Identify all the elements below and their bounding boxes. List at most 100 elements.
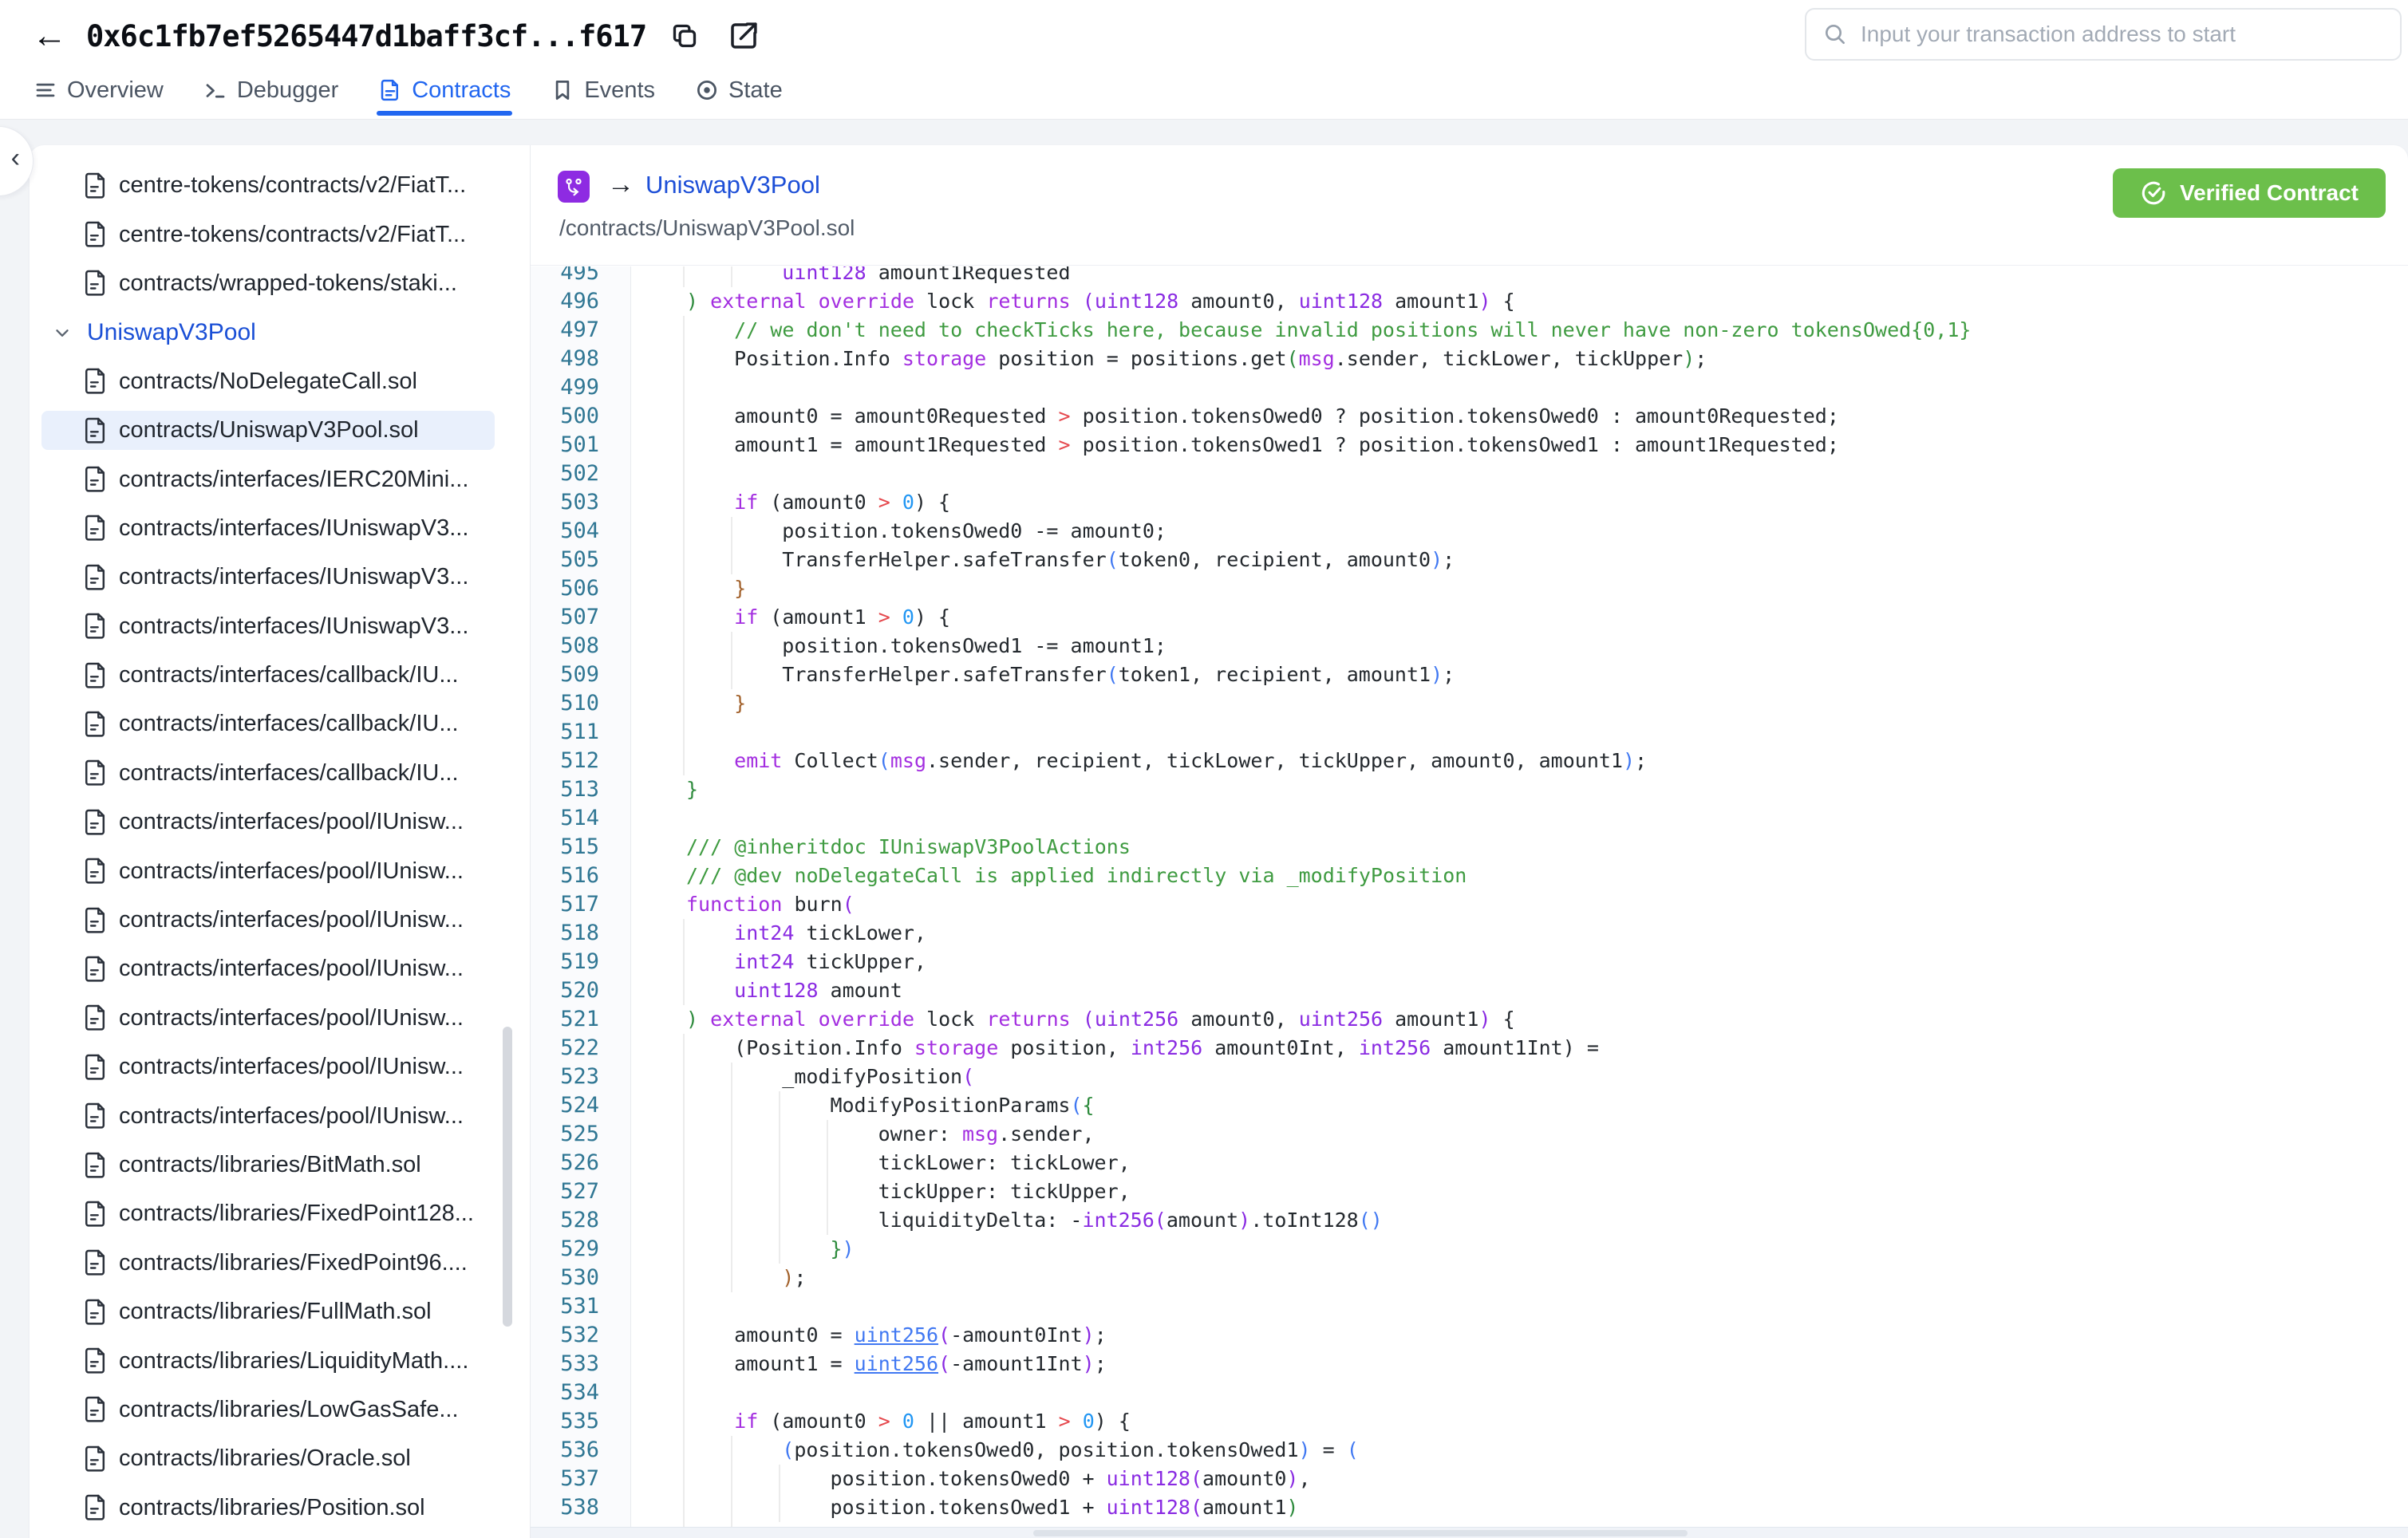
sidebar-file-item[interactable]: centre-tokens/contracts/v2/FiatT... [30, 161, 530, 210]
line-number: 530 [560, 1265, 599, 1290]
sidebar-file-item[interactable]: contracts/libraries/BitMath.sol [30, 1141, 530, 1189]
line-number: 498 [560, 346, 599, 371]
sidebar-file-item[interactable]: contracts/interfaces/pool/IUnisw... [30, 896, 530, 944]
sidebar-file-item[interactable]: contracts/libraries/LiquidityMath.... [30, 1336, 530, 1385]
tab-contracts[interactable]: Contracts [377, 65, 513, 116]
sidebar-file-item[interactable]: contracts/libraries/Oracle.sol [30, 1434, 530, 1483]
sidebar-file-item[interactable]: contracts/libraries/LowGasSafe... [30, 1386, 530, 1434]
search-input[interactable] [1861, 22, 2384, 47]
file-text-icon [84, 172, 108, 199]
code-text: (position.tokensOwed0, position.tokensOw… [782, 1438, 1359, 1461]
sidebar-file-item[interactable]: contracts/libraries/FixedPoint96.... [30, 1239, 530, 1288]
code-text: TransferHelper.safeTransfer(token0, reci… [782, 548, 1455, 571]
line-number: 532 [560, 1323, 599, 1347]
code-line: 516 /// @dev noDelegateCall is applied in… [531, 862, 2408, 890]
code-line: 530); [531, 1264, 2408, 1292]
indent-guide [683, 747, 685, 775]
tab-debugger[interactable]: Debugger [202, 65, 340, 115]
sidebar-collapse-button[interactable]: ‹ [0, 126, 34, 196]
file-text-icon [84, 1102, 108, 1130]
file-text-icon [84, 1249, 108, 1276]
code-text: /// @dev noDelegateCall is applied indir… [686, 864, 1467, 887]
file-label: contracts/wrapped-tokens/staki... [119, 270, 457, 296]
code-line: 512 emit Collect(msg.sender, recipient, t… [531, 747, 2408, 775]
sidebar-file-item[interactable]: contracts/libraries/FixedPoint128... [30, 1189, 530, 1238]
sidebar-file-item[interactable]: contracts/interfaces/callback/IU... [30, 651, 530, 700]
file-text-icon [84, 1396, 108, 1423]
indent-guide [683, 948, 685, 976]
sidebar-file-item[interactable]: contracts/interfaces/pool/IUnisw... [30, 798, 530, 846]
file-label: contracts/libraries/FixedPoint128... [119, 1201, 474, 1227]
file-label: centre-tokens/contracts/v2/FiatT... [119, 172, 467, 199]
code-text: if (amount0 > 0 || amount1 > 0) { [734, 1410, 1131, 1433]
line-number: 527 [560, 1179, 599, 1204]
sidebar-file-item[interactable]: contracts/interfaces/IERC20Mini... [30, 455, 530, 503]
sidebar-file-item[interactable]: contracts/interfaces/IUniswapV3... [30, 602, 530, 651]
verified-contract-badge[interactable]: Verified Contract [2112, 168, 2386, 218]
file-text-icon [84, 1054, 108, 1081]
line-number: 529 [560, 1236, 599, 1261]
verified-contract-label: Verified Contract [2179, 180, 2359, 205]
indent-guide [683, 919, 685, 948]
sidebar-file-item[interactable]: contracts/interfaces/callback/IU... [30, 700, 530, 748]
indent-guide [683, 689, 685, 718]
sidebar-file-item[interactable]: contracts/UniswapV3Pool.sol [30, 406, 530, 455]
scrollbar-thumb[interactable] [1033, 1530, 1688, 1536]
file-label: contracts/interfaces/IUniswapV3... [119, 564, 469, 590]
line-number: 507 [560, 605, 599, 629]
sidebar-file-item[interactable]: contracts/libraries/Position.sol [30, 1484, 530, 1527]
file-icon [378, 78, 402, 102]
sidebar-file-item[interactable]: contracts/interfaces/callback/IU... [30, 749, 530, 798]
sidebar-file-item[interactable]: centre-tokens/contracts/v2/FiatT... [30, 210, 530, 258]
file-text-icon [84, 515, 108, 542]
file-text-icon [84, 809, 108, 836]
indent-guide [683, 431, 685, 459]
copy-icon[interactable] [664, 15, 705, 57]
contracts-panel: centre-tokens/contracts/v2/FiatT... centr… [30, 145, 2408, 1538]
external-link-icon[interactable] [723, 15, 764, 57]
file-label: contracts/interfaces/pool/IUnisw... [119, 1102, 464, 1129]
back-button[interactable]: ← [30, 17, 69, 55]
file-label: centre-tokens/contracts/v2/FiatT... [119, 221, 467, 247]
indent-guide [683, 1407, 685, 1436]
code-line: 496) external override lock returns (uin… [531, 287, 2408, 316]
sidebar-contract-group[interactable]: UniswapV3Pool [30, 308, 530, 357]
code-text: owner: msg.sender, [878, 1122, 1095, 1146]
code-text: ModifyPositionParams({ [830, 1094, 1095, 1117]
code-line: 518 int24 tickLower, [531, 919, 2408, 948]
file-text-icon [84, 564, 108, 591]
file-label: contracts/interfaces/pool/IUnisw... [119, 1054, 464, 1080]
tab-overview[interactable]: Overview [32, 65, 165, 115]
indent-guide [683, 1206, 685, 1235]
sidebar-file-item[interactable]: contracts/interfaces/pool/IUnisw... [30, 1043, 530, 1091]
sidebar-file-item[interactable]: contracts/interfaces/IUniswapV3... [30, 504, 530, 553]
file-text-icon [84, 221, 108, 248]
sidebar-file-item[interactable]: contracts/interfaces/IUniswapV3... [30, 553, 530, 601]
sidebar-file-item[interactable]: contracts/interfaces/pool/IUnisw... [30, 846, 530, 895]
tab-state[interactable]: State [693, 65, 784, 115]
file-text-icon [84, 711, 108, 738]
file-text-icon [84, 956, 108, 983]
indent-guide [683, 661, 685, 689]
sidebar-file-item[interactable]: contracts/wrapped-tokens/staki... [30, 259, 530, 308]
sidebar-file-item[interactable]: contracts/NoDelegateCall.sol [30, 357, 530, 406]
contract-name-link[interactable]: UniswapV3Pool [645, 171, 820, 199]
indent-guide [683, 632, 685, 661]
line-number: 516 [560, 863, 599, 888]
code-text: amount0 = amount0Requested > position.to… [734, 404, 1839, 428]
file-text-icon [84, 1347, 108, 1374]
indent-guide [683, 459, 685, 488]
sidebar-file-item[interactable]: contracts/interfaces/pool/IUnisw... [30, 994, 530, 1043]
indent-guide [683, 1149, 685, 1177]
tab-events[interactable]: Events [549, 65, 657, 115]
sidebar-scrollbar[interactable] [503, 1027, 512, 1327]
code-line: 514 [531, 804, 2408, 833]
sidebar-file-item[interactable]: contracts/libraries/FullMath.sol [30, 1288, 530, 1336]
line-number: 521 [560, 1007, 599, 1031]
line-number: 514 [560, 806, 599, 830]
sidebar-file-item[interactable]: contracts/interfaces/pool/IUnisw... [30, 944, 530, 993]
code-line: 522 (Position.Info storage position, int2… [531, 1034, 2408, 1063]
code-horizontal-scrollbar[interactable] [531, 1527, 2408, 1538]
file-text-icon [84, 613, 108, 640]
sidebar-file-item[interactable]: contracts/interfaces/pool/IUnisw... [30, 1091, 530, 1140]
